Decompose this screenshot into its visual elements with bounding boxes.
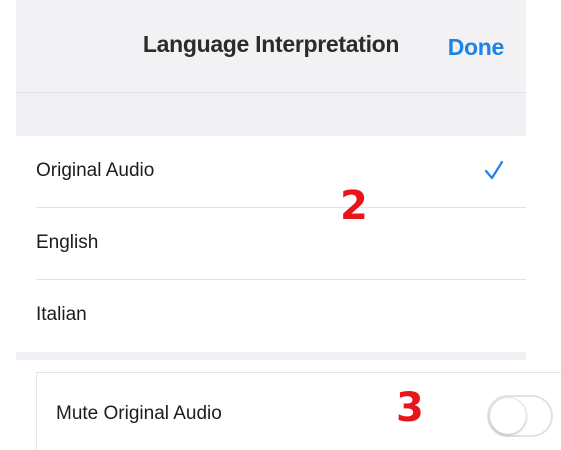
- language-list: Original Audio English Italian: [16, 136, 526, 352]
- language-option-label: Italian: [36, 304, 87, 325]
- annotation-step-3: 3: [396, 385, 424, 431]
- mute-original-audio-row: Mute Original Audio: [36, 372, 561, 450]
- language-option-label: Original Audio: [36, 160, 155, 181]
- section-footer: [16, 352, 526, 360]
- language-option-label: English: [36, 232, 99, 253]
- language-interpretation-sheet: Language Interpretation Done Original Au…: [16, 0, 526, 360]
- mute-original-audio-toggle[interactable]: [487, 395, 553, 437]
- screenshot-canvas: Language Interpretation Done Original Au…: [0, 0, 561, 450]
- navigation-bar: Language Interpretation Done: [16, 0, 526, 92]
- checkmark-icon: [484, 160, 504, 180]
- language-option-italian[interactable]: Italian: [16, 280, 526, 352]
- mute-original-audio-label: Mute Original Audio: [56, 403, 222, 424]
- language-option-english[interactable]: English: [16, 208, 526, 280]
- toggle-knob: [490, 398, 526, 434]
- annotation-step-2: 2: [340, 183, 368, 229]
- section-spacer: [16, 92, 526, 136]
- language-option-original-audio[interactable]: Original Audio: [16, 136, 526, 208]
- done-button[interactable]: Done: [448, 34, 505, 61]
